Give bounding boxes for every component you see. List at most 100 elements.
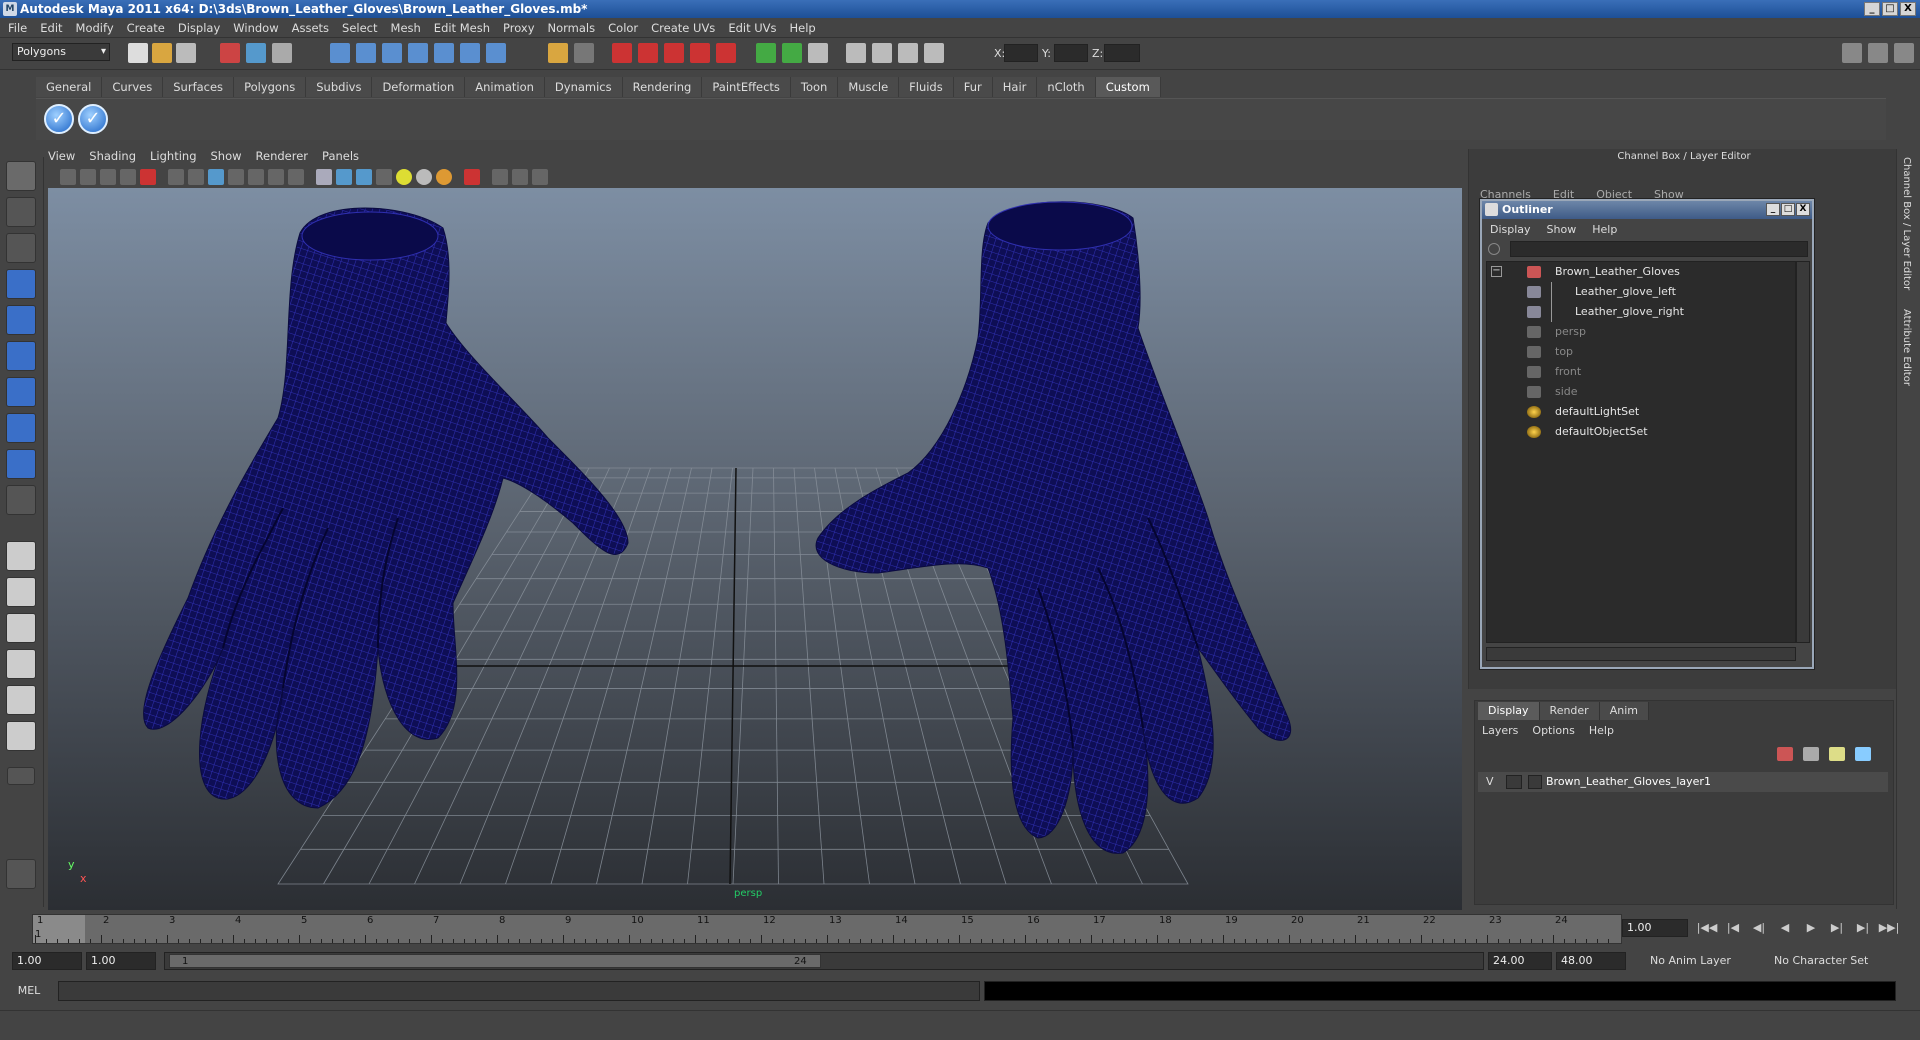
hypershade-layout-icon[interactable] (6, 685, 36, 715)
viewport-menu-renderer[interactable]: Renderer (256, 149, 309, 165)
shadows-icon[interactable] (416, 169, 432, 185)
use-all-lights-icon[interactable] (396, 169, 412, 185)
layer-row[interactable]: V Brown_Leather_Gloves_layer1 (1478, 772, 1888, 792)
outliner-item[interactable]: front (1487, 362, 1787, 382)
select-component-icon[interactable] (272, 43, 292, 63)
outliner-persp-layout-icon[interactable] (6, 613, 36, 643)
layer-stack-icon[interactable] (1803, 747, 1819, 761)
step-back-frame-button[interactable]: ◀| (1748, 920, 1770, 936)
four-pane-layout-icon[interactable] (6, 577, 36, 607)
save-scene-icon[interactable] (176, 43, 196, 63)
wireframe-shading-icon[interactable] (316, 169, 332, 185)
snap-plane-icon[interactable] (408, 43, 428, 63)
outliner-horizontal-scrollbar[interactable] (1486, 647, 1796, 661)
lasso-tool-icon[interactable] (6, 197, 36, 227)
create-layer-icon[interactable] (1829, 747, 1845, 761)
side-tab-attribute-editor[interactable]: Attribute Editor (1901, 309, 1912, 386)
outliner-menu-display[interactable]: Display (1490, 223, 1531, 236)
scale-tool-icon[interactable] (6, 341, 36, 371)
outliner-search-input[interactable] (1510, 241, 1808, 257)
layer-type-toggle[interactable] (1506, 775, 1522, 789)
go-to-end-button[interactable]: ▶▶| (1878, 920, 1900, 936)
outliner-item[interactable]: persp (1487, 322, 1787, 342)
snap-point-icon[interactable] (382, 43, 402, 63)
time-ruler[interactable]: 1 1 2 3 4 5 6 7 8 9 10 11 12 13 14 15 16 17 18 19 20 21 22 23 2… (32, 914, 1622, 944)
outliner-item[interactable]: Leather_glove_right (1487, 302, 1787, 322)
single-pane-layout-icon[interactable] (6, 541, 36, 571)
shelf-tab-rendering[interactable]: Rendering (622, 77, 703, 97)
shelf-tab-custom[interactable]: Custom (1095, 77, 1161, 97)
menu-select[interactable]: Select (342, 21, 377, 35)
menu-help[interactable]: Help (790, 21, 816, 35)
menu-edit-mesh[interactable]: Edit Mesh (434, 21, 490, 35)
select-hierarchy-icon[interactable] (220, 43, 240, 63)
shelf-tab-hair[interactable]: Hair (992, 77, 1038, 97)
outliner-menu-show[interactable]: Show (1547, 223, 1577, 236)
show-manipulator-icon[interactable] (6, 449, 36, 479)
layer-tab-anim[interactable]: Anim (1599, 702, 1649, 720)
shelf-tab-dynamics[interactable]: Dynamics (544, 77, 623, 97)
shelf-tab-polygons[interactable]: Polygons (234, 77, 307, 97)
mel-label[interactable]: MEL (8, 981, 50, 1001)
tool-settings-icon[interactable] (808, 43, 828, 63)
help-query-icon[interactable] (486, 43, 506, 63)
shelf-tab-painteffects[interactable]: PaintEffects (702, 77, 791, 97)
shelf-tab-toon[interactable]: Toon (790, 77, 839, 97)
render-globals-icon[interactable] (716, 43, 736, 63)
anim-layer-dropdown[interactable]: No Anim Layer (1650, 952, 1731, 970)
menu-proxy[interactable]: Proxy (503, 21, 535, 35)
input-line-icon[interactable] (756, 43, 776, 63)
close-button[interactable]: X (1900, 2, 1916, 16)
wireframe-on-shaded-icon[interactable] (356, 169, 372, 185)
safe-title-icon[interactable] (288, 169, 304, 185)
y-field[interactable] (1054, 44, 1088, 62)
snap-surface-icon[interactable] (434, 43, 454, 63)
shelf-tab-ncloth[interactable]: nCloth (1037, 77, 1096, 97)
render-view-icon[interactable] (574, 43, 594, 63)
gate-mask-icon[interactable] (228, 169, 244, 185)
shelf-tab-general[interactable]: General (36, 77, 103, 97)
layer-tab-display[interactable]: Display (1478, 702, 1540, 720)
grease-pencil-icon[interactable] (140, 169, 156, 185)
select-object-icon[interactable] (246, 43, 266, 63)
shelf-tab-surfaces[interactable]: Surfaces (163, 77, 235, 97)
menu-color[interactable]: Color (608, 21, 638, 35)
maximize-button[interactable]: □ (1882, 2, 1898, 16)
layer-menu-layers[interactable]: Layers (1482, 724, 1518, 737)
image-plane-icon[interactable] (120, 169, 136, 185)
shelf-tab-curves[interactable]: Curves (102, 77, 164, 97)
layer-color-swatch[interactable] (1528, 775, 1542, 789)
soft-mod-tool-icon[interactable] (6, 413, 36, 443)
move-tool-icon[interactable] (6, 269, 36, 299)
outliner-item[interactable]: defaultLightSet (1487, 402, 1787, 422)
menu-edit[interactable]: Edit (40, 21, 62, 35)
layer-menu-help[interactable]: Help (1589, 724, 1614, 737)
isolate-select-icon[interactable] (464, 169, 480, 185)
layer-tab-render[interactable]: Render (1539, 702, 1600, 720)
viewport-menu-shading[interactable]: Shading (89, 149, 136, 165)
end-time-field[interactable]: 48.00 (1556, 952, 1626, 970)
channel-toggle-icon[interactable] (1868, 43, 1888, 63)
start-time-field[interactable]: 1.00 (12, 952, 82, 970)
relative-transform-icon[interactable] (924, 43, 944, 63)
snap-grid-icon[interactable] (330, 43, 350, 63)
shelf-tab-fluids[interactable]: Fluids (899, 77, 954, 97)
add-to-layer-icon[interactable] (1855, 747, 1871, 761)
dopesheet-layout-icon[interactable] (6, 721, 36, 751)
sidebar-toggle-icon[interactable] (782, 43, 802, 63)
perspective-viewport[interactable]: y x persp (48, 188, 1462, 910)
render-frame-icon[interactable] (612, 43, 632, 63)
paint-select-tool-icon[interactable] (6, 233, 36, 263)
open-scene-icon[interactable] (152, 43, 172, 63)
outliner-title-bar[interactable]: Outliner _ □ X (1482, 201, 1812, 219)
minimize-button[interactable]: _ (1864, 2, 1880, 16)
last-tool-icon[interactable] (6, 485, 36, 515)
step-forward-key-button[interactable]: ▶| (1852, 920, 1874, 936)
side-tab-channel-box[interactable]: Channel Box / Layer Editor (1901, 157, 1912, 290)
menu-assets[interactable]: Assets (292, 21, 329, 35)
outliner-vertical-scrollbar[interactable] (1796, 261, 1810, 643)
shelf-tab-muscle[interactable]: Muscle (838, 77, 900, 97)
film-gate-icon[interactable] (188, 169, 204, 185)
outliner-item[interactable]: side (1487, 382, 1787, 402)
menu-display[interactable]: Display (178, 21, 220, 35)
